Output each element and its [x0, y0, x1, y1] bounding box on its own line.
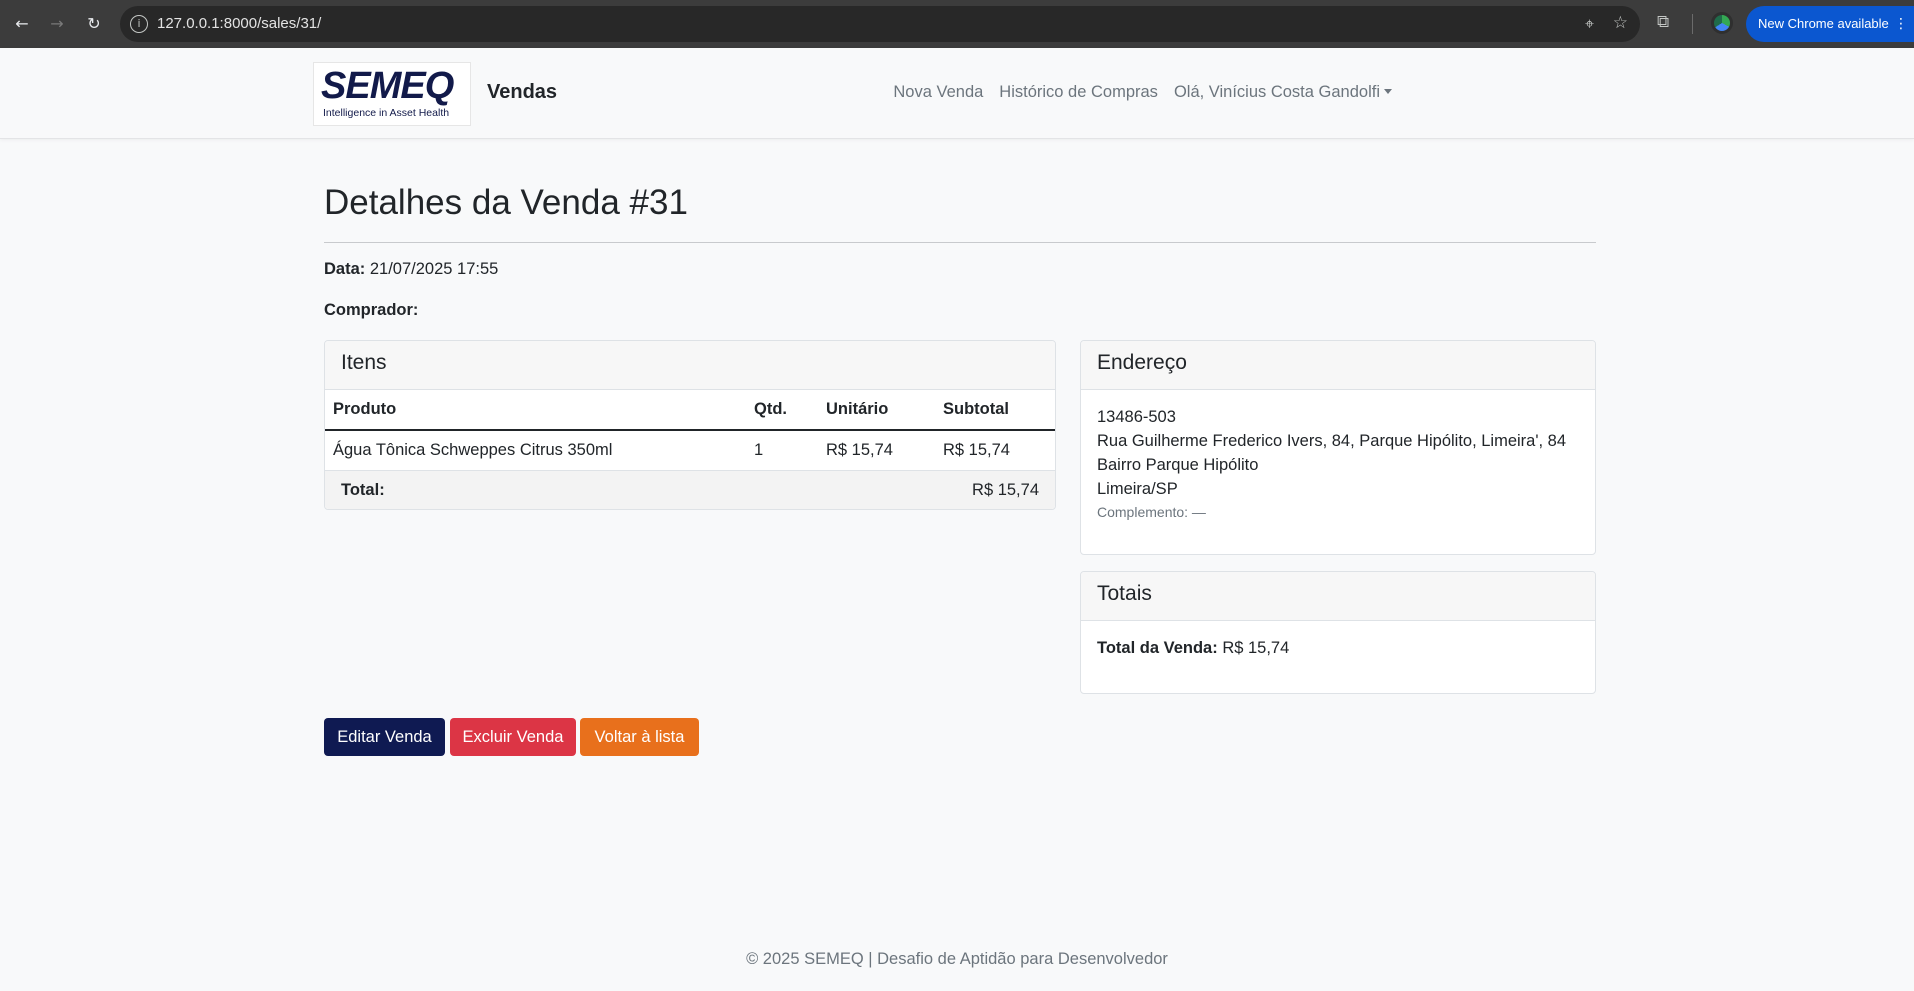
table-total-row: Total: R$ 15,74 [325, 470, 1055, 509]
address-card-header: Endereço [1081, 341, 1595, 390]
cell-qtd: 1 [746, 430, 818, 471]
page-title: Detalhes da Venda #31 [324, 183, 688, 222]
brand-title[interactable]: Vendas [487, 81, 557, 104]
totals-card-header: Totais [1081, 572, 1595, 621]
address-complement: Complemento: — [1097, 504, 1206, 520]
cell-subtotal: R$ 15,74 [935, 430, 1055, 471]
items-table: Produto Qtd. Unitário Subtotal Água Tôni… [325, 390, 1055, 509]
items-card-header: Itens [325, 341, 1055, 390]
col-produto: Produto [325, 390, 746, 431]
sale-buyer: Comprador: [324, 301, 418, 320]
browser-toolbar: ← → ↻ i 127.0.0.1:8000/sales/31/ ⌖ ☆ ⧉ N… [0, 0, 1914, 48]
buyer-label: Comprador: [324, 301, 419, 319]
table-header-row: Produto Qtd. Unitário Subtotal [325, 390, 1055, 431]
address-district: Bairro Parque Hipólito [1097, 456, 1259, 474]
total-label: Total: [325, 470, 935, 509]
edit-sale-button[interactable]: Editar Venda [324, 718, 445, 756]
site-navbar: SEMEQ Intelligence in Asset Health Venda… [0, 48, 1914, 139]
toolbar-divider [1692, 14, 1693, 34]
user-menu-label: Olá, Vinícius Costa Gandolfi [1173, 83, 1380, 101]
cell-produto: Água Tônica Schweppes Citrus 350ml [325, 430, 746, 471]
back-icon[interactable]: ← [10, 12, 34, 36]
delete-sale-button[interactable]: Excluir Venda [450, 718, 576, 756]
items-card: Itens Produto Qtd. Unitário Subtotal Águ… [324, 340, 1056, 510]
totals-card: Totais Total da Venda: R$ 15,74 [1080, 571, 1596, 694]
totals-label: Total da Venda: [1097, 639, 1218, 657]
address-street: Rua Guilherme Frederico Ivers, 84, Parqu… [1097, 432, 1567, 450]
cell-unitario: R$ 15,74 [818, 430, 935, 471]
bookmark-star-icon[interactable]: ☆ [1613, 13, 1628, 33]
date-value: 21/07/2025 17:55 [369, 260, 499, 278]
total-value: R$ 15,74 [935, 470, 1055, 509]
nav-link-nova-venda[interactable]: Nova Venda [885, 83, 991, 102]
table-row: Água Tônica Schweppes Citrus 350ml 1 R$ … [325, 430, 1055, 471]
back-to-list-button[interactable]: Voltar à lista [580, 718, 699, 756]
url-text[interactable]: 127.0.0.1:8000/sales/31/ [157, 15, 321, 32]
logo-wordmark: SEMEQ [321, 65, 454, 107]
col-unitario: Unitário [818, 390, 935, 431]
nav-links: Nova Venda Histórico de Compras Olá, Vin… [885, 83, 1400, 102]
reload-icon[interactable]: ↻ [82, 12, 106, 36]
forward-icon[interactable]: → [45, 12, 69, 36]
brand-logo[interactable]: SEMEQ Intelligence in Asset Health [313, 62, 471, 126]
col-subtotal: Subtotal [935, 390, 1055, 431]
sale-date: Data: 21/07/2025 17:55 [324, 260, 498, 279]
date-label: Data: [324, 260, 366, 278]
extensions-icon[interactable]: ⧉ [1657, 12, 1669, 32]
profile-avatar-icon[interactable] [1711, 12, 1733, 34]
new-chrome-label: New Chrome available [1758, 16, 1889, 31]
address-city: Limeira/SP [1097, 480, 1178, 498]
user-menu-dropdown[interactable]: Olá, Vinícius Costa Gandolfi [1166, 83, 1400, 102]
logo-tagline: Intelligence in Asset Health [323, 107, 450, 119]
title-divider [324, 242, 1596, 243]
address-card: Endereço 13486-503 Rua Guilherme Frederi… [1080, 340, 1596, 555]
page-footer: © 2025 SEMEQ | Desafio de Aptidão para D… [746, 950, 1168, 968]
new-chrome-button[interactable]: New Chrome available ⋮ [1746, 6, 1914, 42]
address-body: 13486-503 Rua Guilherme Frederico Ivers,… [1081, 390, 1595, 538]
col-qtd: Qtd. [746, 390, 818, 431]
location-icon[interactable]: ⌖ [1585, 14, 1594, 34]
address-bar[interactable]: i 127.0.0.1:8000/sales/31/ ⌖ ☆ [120, 6, 1640, 42]
nav-link-historico[interactable]: Histórico de Compras [991, 83, 1166, 102]
totals-body: Total da Venda: R$ 15,74 [1081, 621, 1595, 676]
site-info-icon[interactable]: i [130, 15, 148, 33]
more-menu-icon[interactable]: ⋮ [1894, 6, 1908, 42]
totals-value: R$ 15,74 [1222, 639, 1290, 657]
address-cep: 13486-503 [1097, 408, 1176, 426]
chevron-down-icon [1384, 89, 1392, 94]
